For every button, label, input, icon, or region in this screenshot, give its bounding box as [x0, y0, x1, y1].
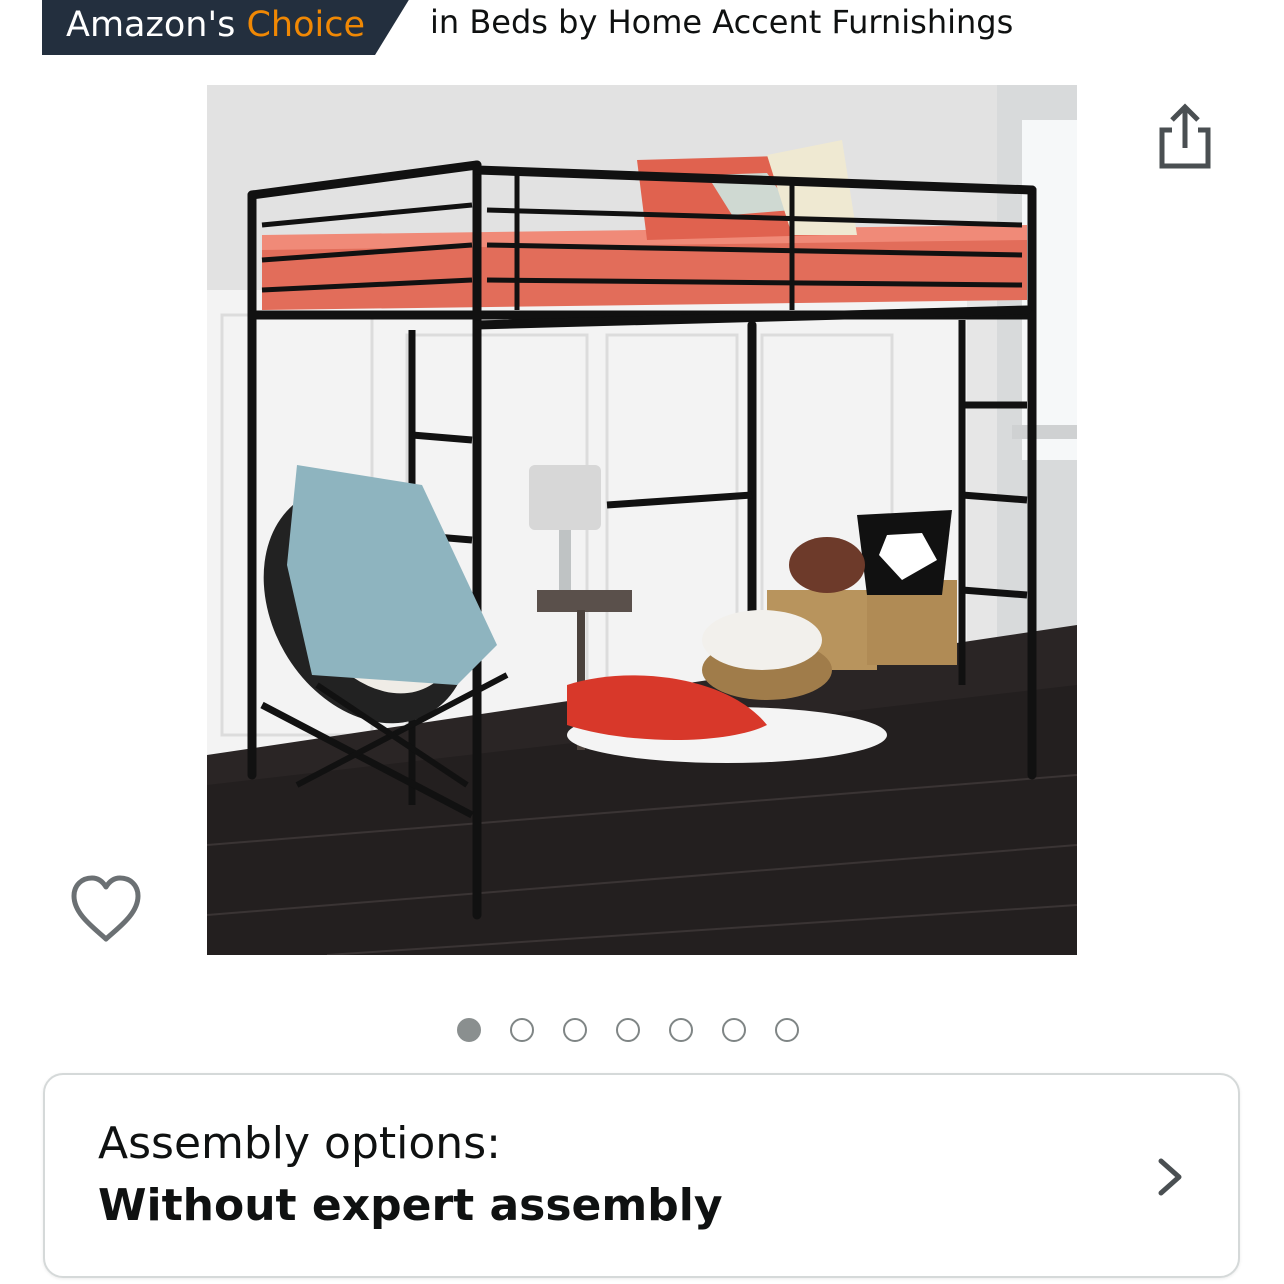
badge-accent: Choice	[246, 5, 365, 45]
carousel-dot-7[interactable]	[775, 1018, 799, 1042]
image-carousel-dots	[457, 1018, 799, 1046]
assembly-options-selector[interactable]: Assembly options: Without expert assembl…	[43, 1073, 1240, 1278]
carousel-dot-2[interactable]	[510, 1018, 534, 1042]
carousel-dot-5[interactable]	[669, 1018, 693, 1042]
assembly-options-value: Without expert assembly	[98, 1180, 723, 1231]
assembly-options-label: Assembly options:	[98, 1118, 501, 1169]
badge-prefix: Amazon's	[66, 5, 236, 45]
share-button[interactable]	[1150, 100, 1222, 176]
heart-outline-icon	[71, 875, 141, 942]
carousel-dot-4[interactable]	[616, 1018, 640, 1042]
badge-category-context: in Beds by Home Accent Furnishings	[430, 3, 1014, 41]
carousel-dot-6[interactable]	[722, 1018, 746, 1042]
share-icon	[1159, 103, 1211, 169]
carousel-dot-3[interactable]	[563, 1018, 587, 1042]
product-image[interactable]	[207, 85, 1077, 955]
amazons-choice-text[interactable]: Amazon's Choice	[66, 3, 365, 47]
amazons-choice-row: Amazon's Choice in Beds by Home Accent F…	[0, 0, 1284, 60]
loft-bed-illustration	[207, 85, 1077, 955]
wishlist-button[interactable]	[66, 872, 146, 946]
carousel-dot-1[interactable]	[457, 1018, 481, 1042]
chevron-right-icon	[1158, 1158, 1182, 1196]
